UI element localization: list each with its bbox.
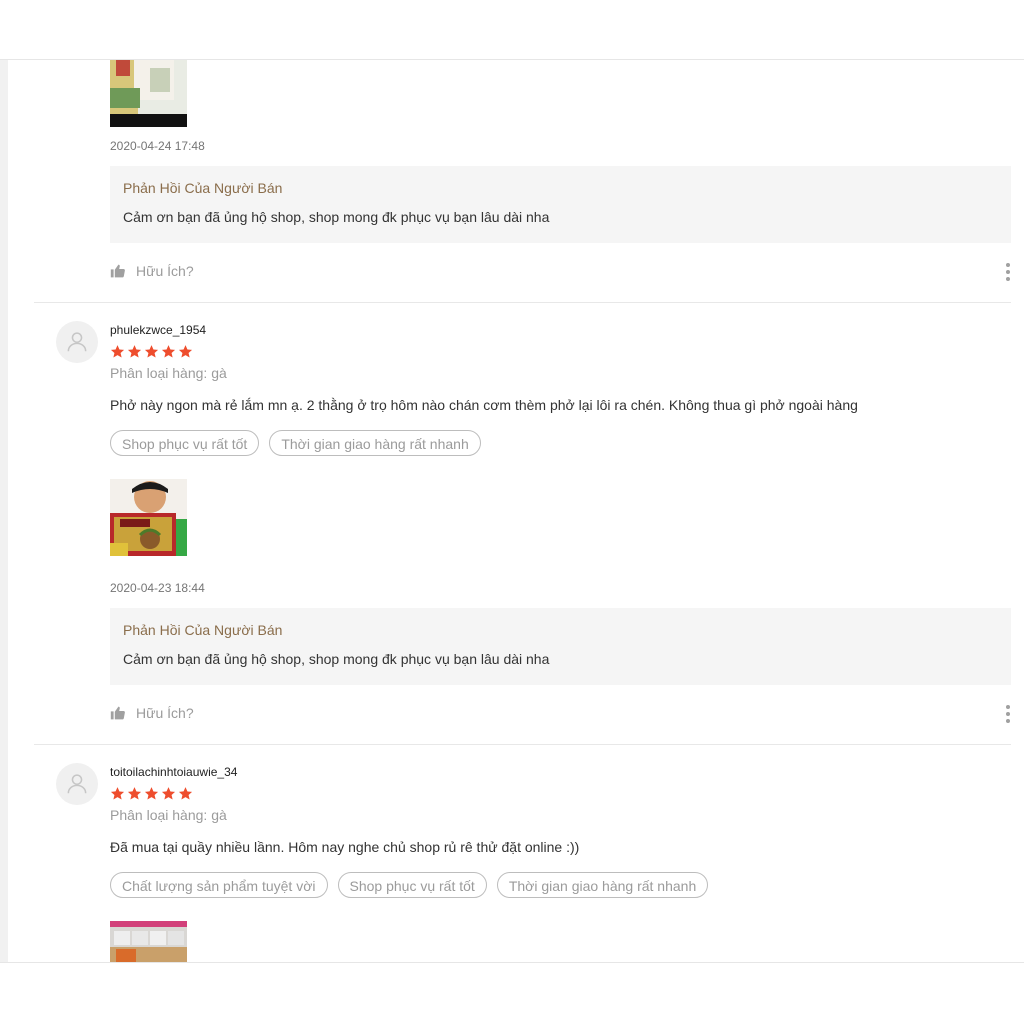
reviewer-username[interactable]: phulekzwce_1954 bbox=[110, 323, 206, 337]
more-options-icon[interactable] bbox=[1003, 263, 1013, 281]
review-photo[interactable] bbox=[110, 921, 187, 962]
review-comment: Đã mua tại quầy nhiều lầnn. Hôm nay nghe… bbox=[110, 839, 580, 855]
avatar[interactable] bbox=[56, 763, 98, 805]
star-icon bbox=[161, 344, 176, 359]
top-bar bbox=[0, 0, 1024, 60]
review-list: 2020-04-24 17:48 Phản Hồi Của Người Bán … bbox=[0, 60, 1024, 962]
seller-reply-text: Cảm ơn bạn đã ủng hộ shop, shop mong đk … bbox=[123, 651, 550, 667]
thumbs-up-icon bbox=[110, 263, 126, 279]
bottom-bar bbox=[0, 962, 1024, 1025]
review-tag: Thời gian giao hàng rất nhanh bbox=[269, 430, 481, 456]
helpful-label: Hữu Ích? bbox=[136, 705, 194, 721]
helpful-button[interactable]: Hữu Ích? bbox=[110, 263, 194, 279]
review-divider bbox=[34, 744, 1011, 745]
left-strip bbox=[0, 60, 8, 962]
helpful-label: Hữu Ích? bbox=[136, 263, 194, 279]
star-icon bbox=[178, 786, 193, 801]
star-icon bbox=[144, 344, 159, 359]
helpful-button[interactable]: Hữu Ích? bbox=[110, 705, 194, 721]
seller-reply-title: Phản Hồi Của Người Bán bbox=[123, 622, 283, 638]
review-tag: Shop phục vụ rất tốt bbox=[337, 872, 487, 898]
review-photo-image bbox=[110, 921, 187, 962]
reviewer-username[interactable]: toitoilachinhtoiauwie_34 bbox=[110, 765, 237, 779]
review-comment: Phở này ngon mà rẻ lắm mn ạ. 2 thằng ở t… bbox=[110, 397, 858, 413]
review-photo[interactable] bbox=[110, 479, 187, 556]
seller-reply: Phản Hồi Của Người Bán Cảm ơn bạn đã ủng… bbox=[110, 166, 1011, 243]
star-icon bbox=[178, 344, 193, 359]
review-timestamp: 2020-04-23 18:44 bbox=[110, 581, 205, 595]
review-tags: Chất lượng sản phẩm tuyệt vời Shop phục … bbox=[110, 872, 709, 898]
seller-reply: Phản Hồi Của Người Bán Cảm ơn bạn đã ủng… bbox=[110, 608, 1011, 685]
user-icon bbox=[64, 771, 90, 797]
avatar[interactable] bbox=[56, 321, 98, 363]
star-icon bbox=[127, 786, 142, 801]
user-icon bbox=[64, 329, 90, 355]
star-icon bbox=[161, 786, 176, 801]
review-divider bbox=[34, 302, 1011, 303]
review-tag: Shop phục vụ rất tốt bbox=[110, 430, 260, 456]
review-tag: Chất lượng sản phẩm tuyệt vời bbox=[110, 872, 328, 898]
product-variation: Phân loại hàng: gà bbox=[110, 807, 227, 823]
review-photo-bottom bbox=[110, 114, 187, 127]
review-photo[interactable] bbox=[110, 60, 187, 127]
rating-stars bbox=[110, 786, 193, 802]
rating-stars bbox=[110, 344, 193, 360]
thumbs-up-icon bbox=[110, 705, 126, 721]
review-tags: Shop phục vụ rất tốt Thời gian giao hàng… bbox=[110, 430, 481, 456]
review-photo-image bbox=[110, 60, 187, 114]
star-icon bbox=[110, 786, 125, 801]
review-timestamp: 2020-04-24 17:48 bbox=[110, 139, 205, 153]
star-icon bbox=[127, 344, 142, 359]
product-variation: Phân loại hàng: gà bbox=[110, 365, 227, 381]
review-photo-image bbox=[110, 479, 187, 556]
seller-reply-title: Phản Hồi Của Người Bán bbox=[123, 180, 283, 196]
seller-reply-text: Cảm ơn bạn đã ủng hộ shop, shop mong đk … bbox=[123, 209, 550, 225]
star-icon bbox=[110, 344, 125, 359]
more-options-icon[interactable] bbox=[1003, 705, 1013, 723]
star-icon bbox=[144, 786, 159, 801]
review-tag: Thời gian giao hàng rất nhanh bbox=[496, 872, 709, 898]
